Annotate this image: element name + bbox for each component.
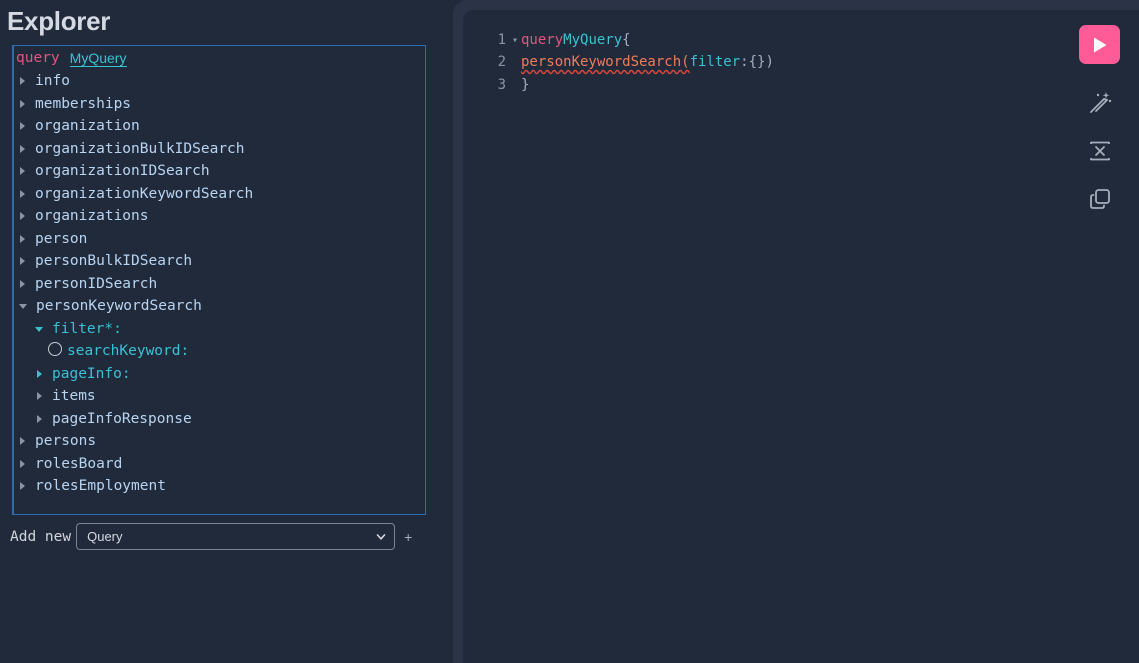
merge-fragments-button[interactable] (1087, 138, 1113, 164)
tree-item-label: items (52, 388, 96, 404)
caret-right-icon (20, 100, 25, 108)
tree-item-label: rolesEmployment (35, 478, 166, 494)
code-token-argument: filter (689, 54, 741, 70)
line-number: 3 (497, 77, 506, 93)
tree-item-label: personBulkIDSearch (35, 253, 193, 269)
tree-arg-label: filter*: (52, 321, 122, 337)
tree-item-label: organizationIDSearch (35, 163, 210, 179)
tree-arg-label: pageInfo: (52, 366, 131, 382)
operation-type-select[interactable]: Query (76, 523, 396, 550)
tree-item-rolesboard[interactable]: rolesBoard (20, 454, 122, 474)
tree-item-items[interactable]: items (37, 386, 96, 406)
add-new-label: Add new (10, 528, 72, 545)
code-token-object: {}) (748, 54, 774, 70)
tree-arg-searchkeyword[interactable]: searchKeyword: (48, 341, 189, 361)
prettify-button[interactable] (1087, 90, 1113, 116)
caret-right-icon (20, 482, 25, 490)
tree-item-label: info (35, 73, 70, 89)
explorer-title: Explorer (7, 6, 111, 36)
radio-unchecked-icon[interactable] (48, 342, 62, 356)
caret-right-icon (20, 167, 25, 175)
code-token-brace: } (521, 77, 530, 93)
tree-item-organizationidsearch[interactable]: organizationIDSearch (20, 161, 210, 181)
tree-item-label: person (35, 231, 88, 247)
caret-right-icon (20, 235, 25, 243)
code-token-operation-name: MyQuery (563, 32, 623, 48)
tree-item-label: organizations (35, 208, 149, 224)
code-token-brace: { (622, 32, 631, 48)
tree-arg-label: searchKeyword: (67, 343, 190, 359)
tree-item-label: rolesBoard (35, 456, 123, 472)
tree-item-label: persons (35, 433, 97, 449)
query-editor[interactable]: 1 ▾ query MyQuery { 2 personKeywordSearch(… (463, 10, 1139, 663)
code-token-colon: : (740, 54, 749, 70)
magic-wand-icon (1090, 92, 1112, 113)
caret-right-icon (20, 190, 25, 198)
caret-right-icon (20, 257, 25, 265)
tree-item-label: pageInfoResponse (52, 411, 192, 427)
add-operation-button[interactable]: + (404, 529, 412, 545)
tree-item-label: personIDSearch (35, 276, 158, 292)
tree-item-label: organization (35, 118, 140, 134)
caret-right-icon (20, 212, 25, 220)
tree-arg-filter[interactable]: filter*: (35, 319, 122, 339)
explorer-panel: Explorer query MyQuery info memberships … (0, 0, 452, 663)
operation-name-input[interactable]: MyQuery (69, 50, 127, 67)
line-number: 1 (497, 32, 506, 48)
tree-item-label: organizationBulkIDSearch (35, 141, 245, 157)
tree-item-label: personKeywordSearch (36, 298, 202, 314)
code-line-2[interactable]: 2 personKeywordSearch(filter: {}) (463, 51, 774, 73)
caret-right-icon (37, 370, 42, 378)
caret-right-icon (37, 415, 42, 423)
select-value: Query (87, 529, 123, 544)
code-line-3[interactable]: 3 } (463, 74, 530, 96)
tree-item-organizationbulkidsearch[interactable]: organizationBulkIDSearch (20, 139, 245, 159)
tree-item-organizations[interactable]: organizations (20, 206, 149, 226)
tree-item-persons[interactable]: persons (20, 431, 96, 451)
operation-tree: query MyQuery info memberships organizat… (12, 45, 426, 515)
tree-item-person[interactable]: person (20, 229, 87, 249)
run-query-button[interactable] (1079, 25, 1120, 64)
tree-item-label: memberships (35, 96, 132, 112)
chevron-down-icon (376, 533, 386, 540)
tree-item-personbulkidsearch[interactable]: personBulkIDSearch (20, 251, 192, 271)
code-token-keyword: query (521, 32, 564, 48)
graphiql-app: Explorer query MyQuery info memberships … (0, 0, 1139, 663)
tree-item-organization[interactable]: organization (20, 116, 140, 136)
add-new-row: Add new Query + (10, 523, 412, 550)
tree-item-organizationkeywordsearch[interactable]: organizationKeywordSearch (20, 184, 253, 204)
caret-down-icon (19, 303, 27, 309)
fold-arrow-icon[interactable]: ▾ (509, 35, 521, 46)
editor-panel: 1 ▾ query MyQuery { 2 personKeywordSearch(… (453, 0, 1139, 663)
caret-right-icon (20, 280, 25, 288)
copy-query-button[interactable] (1087, 186, 1113, 212)
caret-right-icon (20, 145, 25, 153)
tree-item-pageinforesponse[interactable]: pageInfoResponse (37, 409, 192, 429)
code-line-1[interactable]: 1 ▾ query MyQuery { (463, 29, 631, 51)
code-token-field-error: personKeywordSearch( (521, 54, 690, 70)
line-number: 2 (497, 54, 506, 70)
play-icon (1093, 37, 1106, 52)
caret-down-icon (35, 326, 43, 332)
tree-item-info[interactable]: info (20, 71, 70, 91)
tree-item-memberships[interactable]: memberships (20, 94, 131, 114)
copy-icon (1090, 189, 1110, 209)
tree-arg-pageinfo[interactable]: pageInfo: (37, 364, 131, 384)
caret-right-icon (20, 122, 25, 130)
caret-right-icon (37, 392, 42, 400)
tree-item-personkeywordsearch[interactable]: personKeywordSearch (19, 296, 202, 316)
tree-item-label: organizationKeywordSearch (35, 186, 254, 202)
caret-right-icon (20, 460, 25, 468)
operation-header: query MyQuery (16, 48, 127, 68)
tree-item-rolesemployment[interactable]: rolesEmployment (20, 476, 166, 496)
caret-right-icon (20, 437, 25, 445)
operation-type: query (16, 50, 60, 66)
merge-fragments-icon (1090, 141, 1110, 161)
tree-item-personidsearch[interactable]: personIDSearch (20, 274, 157, 294)
caret-right-icon (20, 77, 25, 85)
